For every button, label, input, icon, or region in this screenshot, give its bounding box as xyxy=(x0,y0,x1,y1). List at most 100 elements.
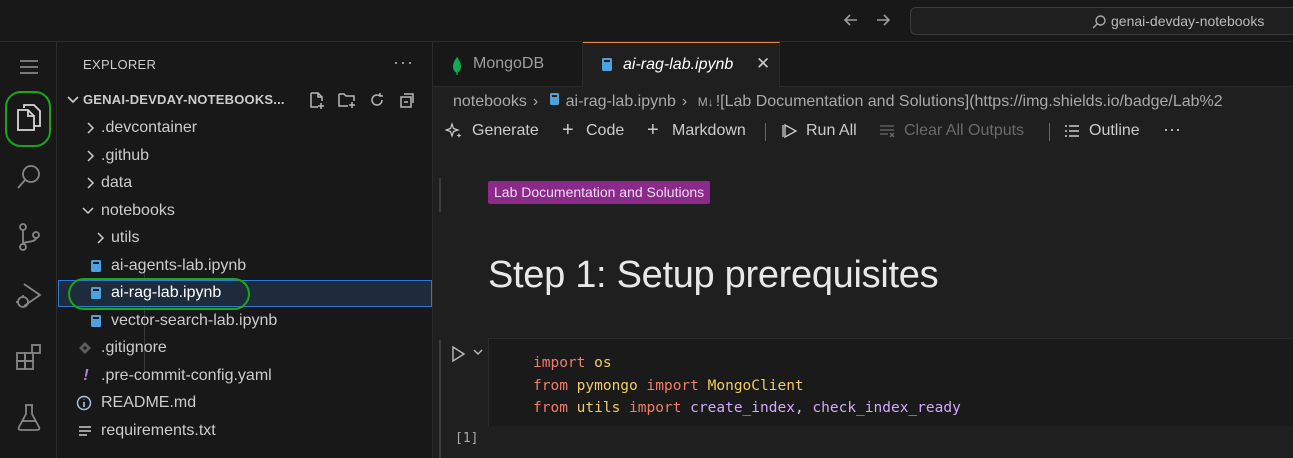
info-icon xyxy=(76,395,92,411)
cell-focus-bar xyxy=(439,178,441,212)
clear-outputs-icon xyxy=(878,122,896,145)
add-code-button[interactable]: Code xyxy=(586,122,624,140)
chevron-down-icon xyxy=(80,203,96,219)
close-icon[interactable]: ✕ xyxy=(756,54,770,74)
function-name: create_index xyxy=(690,400,795,416)
tree-item-label: .pre-commit-config.yaml xyxy=(101,367,272,384)
outline-button[interactable]: Outline xyxy=(1089,122,1140,140)
tree-item-vector-search-lab[interactable]: vector-search-lab.ipynb xyxy=(58,308,432,335)
new-file-icon[interactable] xyxy=(306,90,328,110)
tree-item-label: notebooks xyxy=(101,202,175,219)
plus-icon: + xyxy=(562,119,574,141)
module-name: utils xyxy=(576,400,621,416)
notebook-icon xyxy=(602,58,612,71)
explorer-more-button[interactable]: ··· xyxy=(393,52,414,73)
tree-item-notebooks[interactable]: notebooks xyxy=(58,198,432,225)
chevron-down-icon[interactable] xyxy=(472,347,484,357)
run-all-button[interactable]: Run All xyxy=(806,122,857,140)
new-folder-icon[interactable] xyxy=(336,90,358,110)
outline-icon xyxy=(1063,122,1081,145)
breadcrumb-notebooks[interactable]: notebooks xyxy=(453,93,527,110)
keyword: import xyxy=(629,400,682,416)
tab-mongodb[interactable]: MongoDB xyxy=(433,42,583,87)
tree-item-devcontainer[interactable]: .devcontainer xyxy=(58,115,432,142)
run-cell-icon[interactable] xyxy=(450,345,466,363)
tree-item-label: .devcontainer xyxy=(101,119,198,136)
cell-focus-bar xyxy=(439,340,441,458)
tree-item-requirements[interactable]: requirements.txt xyxy=(58,418,432,445)
editor-area: MongoDB ai-rag-lab.ipynb ✕ notebooks › ai… xyxy=(433,42,1293,458)
module-name: pymongo xyxy=(576,377,638,394)
tab-label: MongoDB xyxy=(473,55,545,72)
search-icon xyxy=(1092,15,1106,29)
activity-bar xyxy=(0,42,57,458)
workspace-header[interactable]: GENAI-DEVDAY-NOTEBOOKS... xyxy=(58,88,432,112)
run-debug-icon[interactable] xyxy=(0,270,57,320)
breadcrumb-cell[interactable]: ![Lab Documentation and Solutions](https… xyxy=(716,93,1223,110)
tab-ai-rag-lab[interactable]: ai-rag-lab.ipynb ✕ xyxy=(583,42,780,88)
tree-item-label: data xyxy=(101,174,133,191)
command-center[interactable]: genai-devday-notebooks xyxy=(910,7,1293,35)
explorer-title: EXPLORER xyxy=(83,57,157,72)
text-lines-icon xyxy=(77,423,93,439)
code-line-1: import os xyxy=(533,355,612,371)
code-line-3: from utils import create_index, check_in… xyxy=(533,400,961,416)
tree-item-label: utils xyxy=(111,229,140,246)
tree-item-readme[interactable]: README.md xyxy=(58,390,432,417)
run-all-icon xyxy=(781,122,799,145)
chevron-down-icon xyxy=(67,96,79,104)
tree-item-data[interactable]: data xyxy=(58,170,432,197)
keyword: from xyxy=(533,400,568,416)
source-control-icon[interactable] xyxy=(0,212,57,262)
code-line-2: from pymongo import MongoClient xyxy=(533,378,804,394)
breadcrumb: notebooks › ai-rag-lab.ipynb › M↓ ![Lab Doc… xyxy=(453,92,1229,111)
code-cell-editor[interactable]: import os from pymongo import MongoClien… xyxy=(488,338,1293,426)
breadcrumb-file[interactable]: ai-rag-lab.ipynb xyxy=(566,93,676,110)
markdown-heading: Step 1: Setup prerequisites xyxy=(488,254,939,296)
notebook-icon xyxy=(88,258,104,274)
tree-item-ai-agents-lab[interactable]: ai-agents-lab.ipynb xyxy=(58,253,432,280)
search-icon[interactable] xyxy=(0,152,57,202)
add-markdown-button[interactable]: Markdown xyxy=(672,122,746,140)
tree-item-pre-commit-config[interactable]: ! .pre-commit-config.yaml xyxy=(58,363,432,390)
chevron-right-icon xyxy=(92,230,108,246)
lab-documentation-badge[interactable]: Lab Documentation and Solutions xyxy=(488,181,711,204)
notebook-icon xyxy=(88,313,104,329)
explorer-sidebar: EXPLORER ··· GENAI-DEVDAY-NOTEBOOKS... .… xyxy=(58,42,433,458)
refresh-icon[interactable] xyxy=(366,90,388,110)
notebook-icon xyxy=(549,93,560,110)
tree-item-utils[interactable]: utils xyxy=(58,225,432,252)
testing-icon[interactable] xyxy=(0,392,57,442)
git-icon xyxy=(77,340,93,356)
tree-item-github[interactable]: .github xyxy=(58,143,432,170)
clear-all-outputs-button[interactable]: Clear All Outputs xyxy=(904,122,1024,140)
workspace-name: GENAI-DEVDAY-NOTEBOOKS... xyxy=(83,92,285,107)
toolbar-more-button[interactable]: ··· xyxy=(1163,119,1181,140)
tree-item-label: ai-agents-lab.ipynb xyxy=(111,257,247,274)
tree-item-label: README.md xyxy=(101,394,197,411)
arrow-right-icon[interactable] xyxy=(872,10,894,32)
highlight-circle xyxy=(5,91,51,147)
tab-bar: MongoDB ai-rag-lab.ipynb ✕ xyxy=(433,42,1293,88)
generate-button[interactable]: Generate xyxy=(472,122,539,140)
command-center-text: genai-devday-notebooks xyxy=(1111,13,1265,29)
keyword: import xyxy=(646,377,699,394)
yaml-exclamation-icon: ! xyxy=(83,367,89,384)
breadcrumb-separator: › xyxy=(681,93,688,110)
chevron-right-icon xyxy=(82,120,98,136)
extensions-icon[interactable] xyxy=(0,332,57,382)
breadcrumb-separator: › xyxy=(532,93,539,110)
chevron-right-icon xyxy=(82,148,98,164)
menu-icon[interactable] xyxy=(0,42,57,92)
collapse-all-icon[interactable] xyxy=(396,90,418,110)
arrow-left-icon[interactable] xyxy=(840,10,862,32)
function-name: check_index_ready xyxy=(812,400,961,416)
highlight-circle xyxy=(68,278,250,310)
tree-item-label: .github xyxy=(101,147,150,164)
title-bar: genai-devday-notebooks xyxy=(0,0,1293,42)
mongodb-leaf-icon xyxy=(453,57,461,75)
code-lines: import os from pymongo import MongoClien… xyxy=(533,352,961,420)
markdown-icon: M↓ xyxy=(697,95,714,109)
tree-item-label: vector-search-lab.ipynb xyxy=(111,312,278,329)
tree-item-gitignore[interactable]: .gitignore xyxy=(58,335,432,362)
